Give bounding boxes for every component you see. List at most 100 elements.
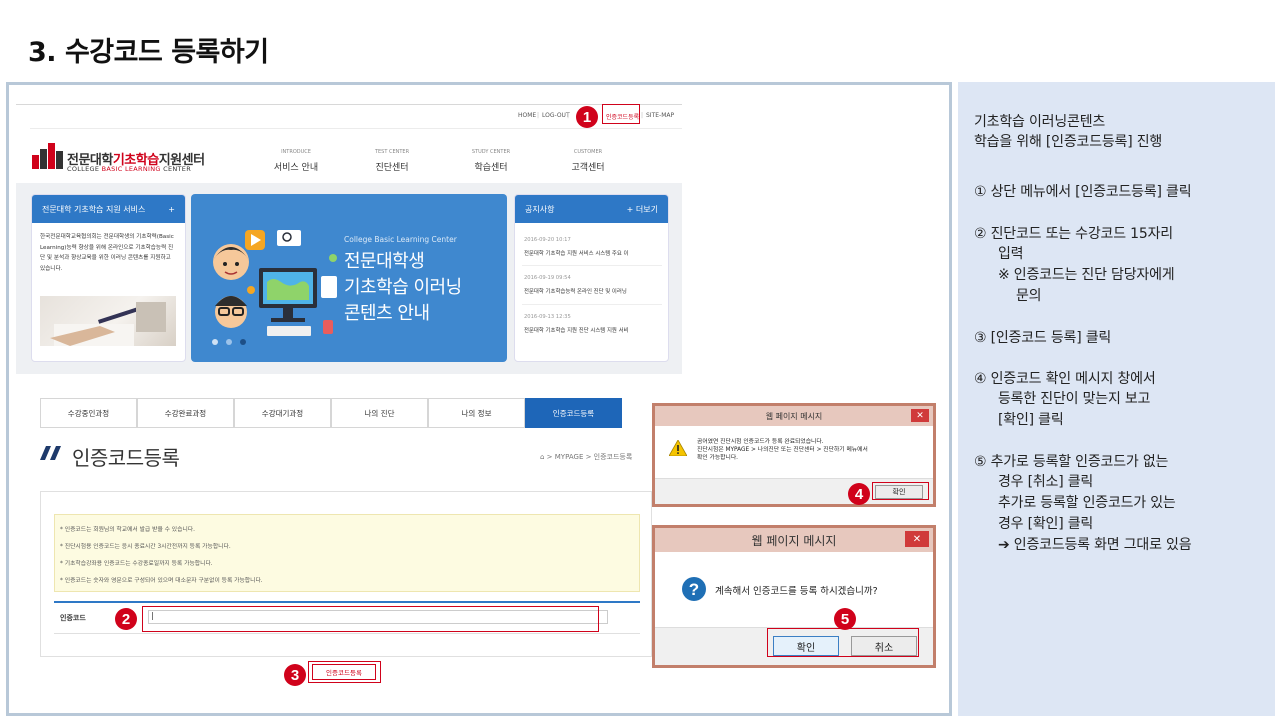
close-icon[interactable]: ✕ bbox=[905, 531, 929, 547]
service-description: 한국전문대학교육협의회는 전문대학생의 기초학력(Basic Learning)… bbox=[40, 234, 174, 272]
instruction-step-3: ③ [인증코드 등록] 클릭 bbox=[974, 330, 1112, 346]
instruction-step-2: ② 진단코드 또는 수강코드 15자리 bbox=[974, 226, 1173, 242]
banner-headline-1: 전문대학생 bbox=[344, 251, 425, 272]
instruction-step-4: 등록한 진단이 맞는지 보고 bbox=[998, 391, 1151, 407]
nav-test-center[interactable]: 진단센터 bbox=[352, 160, 432, 173]
nav-study-center[interactable]: 학습센터 bbox=[451, 160, 531, 173]
tab-waiting[interactable]: 수강대기과정 bbox=[234, 398, 331, 428]
highlight-box-register-button bbox=[308, 661, 381, 683]
tab-completed[interactable]: 수강완료과정 bbox=[137, 398, 234, 428]
dialog-message-line: 진단시험은 MYPAGE > 나의진단 또는 진단센터 > 진단하기 메뉴에서 bbox=[697, 447, 868, 453]
service-photo bbox=[40, 296, 176, 346]
question-icon: ? bbox=[682, 577, 706, 601]
service-panel-title: 전문대학 기초학습 지원 서비스 bbox=[42, 204, 146, 214]
cert-code-label: 인증코드 bbox=[60, 614, 86, 622]
dialog-title: 웹 페이지 메시지 bbox=[765, 411, 823, 421]
instruction-intro: 기초학습 이러닝콘텐츠 bbox=[974, 114, 1106, 130]
instruction-step-4: [확인] 클릭 bbox=[998, 412, 1064, 428]
breadcrumb: ⌂ > MYPAGE > 인증코드등록 bbox=[540, 453, 633, 461]
instruction-step-2: 입력 bbox=[998, 246, 1024, 262]
instruction-step-4: ④ 인증코드 확인 메시지 창에서 bbox=[974, 371, 1156, 387]
instruction-step-1: ① 상단 메뉴에서 [인증코드등록] 클릭 bbox=[974, 184, 1192, 200]
notice-date: 2016-09-19 09:54 bbox=[524, 275, 571, 281]
top-link-home[interactable]: HOME bbox=[518, 112, 536, 119]
notice-item: * 진단시험용 인증코드는 응시 종료시간 3시간전까지 등록 가능합니다. bbox=[60, 544, 231, 550]
carousel-dot[interactable] bbox=[212, 339, 218, 345]
banner-headline-3: 콘텐츠 안내 bbox=[344, 303, 430, 324]
banner-headline-2: 기초학습 이러닝 bbox=[344, 277, 462, 298]
close-icon[interactable]: ✕ bbox=[911, 409, 929, 422]
instruction-step-5: 경우 [확인] 클릭 bbox=[998, 516, 1094, 532]
nav-service-info[interactable]: 서비스 안내 bbox=[256, 160, 336, 173]
notice-date: 2016-09-13 12:35 bbox=[524, 314, 571, 320]
notice-date: 2016-09-20 10:17 bbox=[524, 237, 571, 243]
dialog-message: 계속해서 인증코드를 등록 하시겠습니까? bbox=[715, 586, 878, 597]
notice-panel-title: 공지사항 bbox=[525, 204, 555, 214]
top-link-sitemap[interactable]: SITE-MAP bbox=[646, 112, 674, 119]
tab-in-progress[interactable]: 수강중인과정 bbox=[40, 398, 137, 428]
divider bbox=[16, 104, 682, 105]
divider bbox=[522, 304, 662, 305]
carousel-dot[interactable] bbox=[226, 339, 232, 345]
writing-hand-image-icon bbox=[50, 302, 166, 346]
elearning-illustration-icon bbox=[213, 230, 337, 336]
notice-item: * 인증코드는 회원님의 학교에서 발급 받을 수 있습니다. bbox=[60, 527, 195, 533]
highlight-box-code-input bbox=[142, 606, 599, 632]
dialog-titlebar: 웹 페이지 메시지 ✕ bbox=[655, 528, 933, 552]
service-panel-header[interactable]: 전문대학 기초학습 지원 서비스 + bbox=[32, 195, 185, 223]
logo-sub-part: BASIC LEARNING bbox=[101, 165, 161, 173]
divider bbox=[54, 601, 640, 603]
dialog-message: 곰어였연 진단시험 인증코드가 등록 완료되었습니다. 진단시험은 MYPAGE… bbox=[697, 438, 927, 462]
dialog-message-line: 곰어였연 진단시험 인증코드가 등록 완료되었습니다. bbox=[697, 439, 824, 445]
instruction-step-2-note: ※ 인증코드는 진단 담당자에게 bbox=[998, 267, 1175, 283]
tab-cert-register[interactable]: 인증코드등록 bbox=[525, 398, 622, 428]
instruction-step-5: ⑤ 추가로 등록할 인증코드가 없는 bbox=[974, 454, 1169, 470]
notice-link[interactable]: 전문대학 기초학습 지원 진단 시스템 지원 서비 bbox=[524, 326, 661, 334]
tab-my-info[interactable]: 나의 정보 bbox=[428, 398, 525, 428]
top-link-separator: | bbox=[641, 112, 644, 119]
top-link-separator: | bbox=[537, 112, 540, 119]
top-link-logout[interactable]: LOG-OUT bbox=[542, 112, 570, 119]
nav-en-study: STUDY CENTER bbox=[471, 149, 511, 155]
tab-my-test[interactable]: 나의 진단 bbox=[331, 398, 428, 428]
highlight-box-cert-link bbox=[602, 104, 640, 124]
logo-subtitle: COLLEGE BASIC LEARNING CENTER bbox=[67, 165, 191, 173]
notice-item: * 기초학습강좌용 인증코드는 수강종료일까지 등록 가능합니다. bbox=[60, 561, 213, 567]
notice-link[interactable]: 전문대학 기초학습능력 온라인 진단 및 이러닝 bbox=[524, 287, 661, 295]
dialog-message-line: 확인 가능합니다. bbox=[697, 455, 739, 461]
divider bbox=[522, 265, 662, 266]
title-slash-icon bbox=[40, 446, 61, 460]
instruction-step-5: 추가로 등록할 인증코드가 있는 bbox=[998, 495, 1176, 511]
logo-sub-part: COLLEGE bbox=[67, 165, 102, 173]
nav-en-customer: CUSTOMER bbox=[573, 149, 603, 155]
divider bbox=[30, 128, 682, 129]
slide-title: 3. 수강코드 등록하기 bbox=[28, 37, 269, 68]
highlight-box-dialog-buttons bbox=[767, 628, 919, 657]
step-marker-2: 2 bbox=[115, 608, 137, 630]
warning-icon bbox=[669, 440, 687, 456]
instruction-intro: 학습을 위해 [인증코드등록] 진행 bbox=[974, 134, 1163, 150]
step-marker-3: 3 bbox=[284, 664, 306, 686]
dialog-title: 웹 페이지 메시지 bbox=[751, 533, 837, 548]
more-link[interactable]: + 더보기 bbox=[627, 204, 658, 215]
logo-sub-part: CENTER bbox=[160, 165, 192, 173]
page-title: 인증코드등록 bbox=[72, 446, 180, 470]
svg-text:?: ? bbox=[689, 580, 699, 599]
banner-subtitle: College Basic Learning Center bbox=[344, 235, 457, 244]
nav-en-introduce: INTRODUCE bbox=[281, 149, 311, 155]
step-marker-1: 1 bbox=[576, 106, 598, 128]
notice-panel-header: 공지사항 + 더보기 bbox=[515, 195, 668, 223]
instruction-step-5: 경우 [취소] 클릭 bbox=[998, 474, 1094, 490]
notice-link[interactable]: 전문대학 기초학습 지원 서비스 시스템 주요 이 bbox=[524, 249, 661, 257]
plus-icon[interactable]: + bbox=[168, 205, 175, 214]
cblc-logo-icon bbox=[32, 143, 63, 169]
highlight-box-dialog-ok bbox=[872, 482, 929, 500]
notice-item: * 인증코드는 숫자와 영문으로 구성되어 있으며 대소문자 구분없이 등록 가… bbox=[60, 578, 263, 584]
instruction-step-5-note: ➔ 인증코드등록 화면 그대로 있음 bbox=[998, 537, 1192, 553]
carousel-dot-active[interactable] bbox=[240, 339, 246, 345]
nav-customer-center[interactable]: 고객센터 bbox=[548, 160, 628, 173]
instruction-step-2-note: 문의 bbox=[1016, 288, 1042, 304]
nav-en-test: TEST CENTER bbox=[374, 149, 410, 155]
top-link-separator: | bbox=[567, 112, 570, 119]
dialog-titlebar: 웹 페이지 메시지 ✕ bbox=[655, 406, 933, 426]
